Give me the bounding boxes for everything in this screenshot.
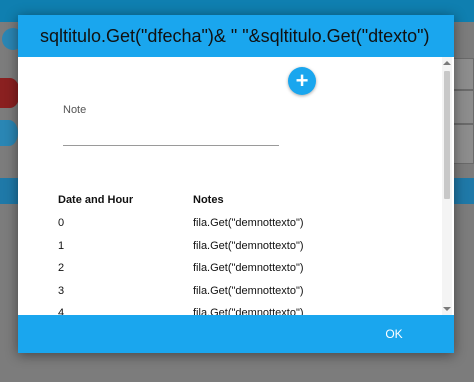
background-side-block xyxy=(452,90,474,124)
dialog-title: sqltitulo.Get("dfecha")& " "&sqltitulo.G… xyxy=(18,15,454,57)
background-side-block xyxy=(452,58,474,90)
table-cell-date: 2 xyxy=(58,262,65,274)
column-header-date: Date and Hour xyxy=(58,194,134,206)
table-cell-date: 3 xyxy=(58,285,65,297)
scroll-down-arrow-icon[interactable] xyxy=(443,307,451,311)
note-input[interactable] xyxy=(63,123,279,146)
table-cell-date: 0 xyxy=(58,217,65,229)
table-cell-note: fila.Get("demnottexto") xyxy=(193,307,304,315)
table-cell-note: fila.Get("demnottexto") xyxy=(193,285,304,297)
scroll-up-arrow-icon[interactable] xyxy=(443,61,451,65)
table-cell-date: 4 xyxy=(58,307,65,315)
table-cell-note: fila.Get("demnottexto") xyxy=(193,240,304,252)
notes-dialog: sqltitulo.Get("dfecha")& " "&sqltitulo.G… xyxy=(18,15,454,353)
note-label: Note xyxy=(63,104,87,116)
scrollbar-thumb[interactable] xyxy=(444,71,450,199)
background-circle-icon xyxy=(0,120,18,146)
table-cell-date: 1 xyxy=(58,240,65,252)
dialog-body: + Note Date and Hour Notes 0 fila.Get("d… xyxy=(18,57,454,315)
table-cell-note: fila.Get("demnottexto") xyxy=(193,262,304,274)
add-note-button[interactable]: + xyxy=(288,67,316,95)
dialog-footer: OK xyxy=(18,315,454,353)
column-header-notes: Notes xyxy=(193,194,224,206)
ok-button[interactable]: OK xyxy=(374,324,414,344)
vertical-scrollbar[interactable] xyxy=(442,57,452,315)
background-side-block xyxy=(452,124,474,164)
table-cell-note: fila.Get("demnottexto") xyxy=(193,217,304,229)
background-circle-icon xyxy=(0,78,20,108)
plus-icon: + xyxy=(295,68,309,93)
